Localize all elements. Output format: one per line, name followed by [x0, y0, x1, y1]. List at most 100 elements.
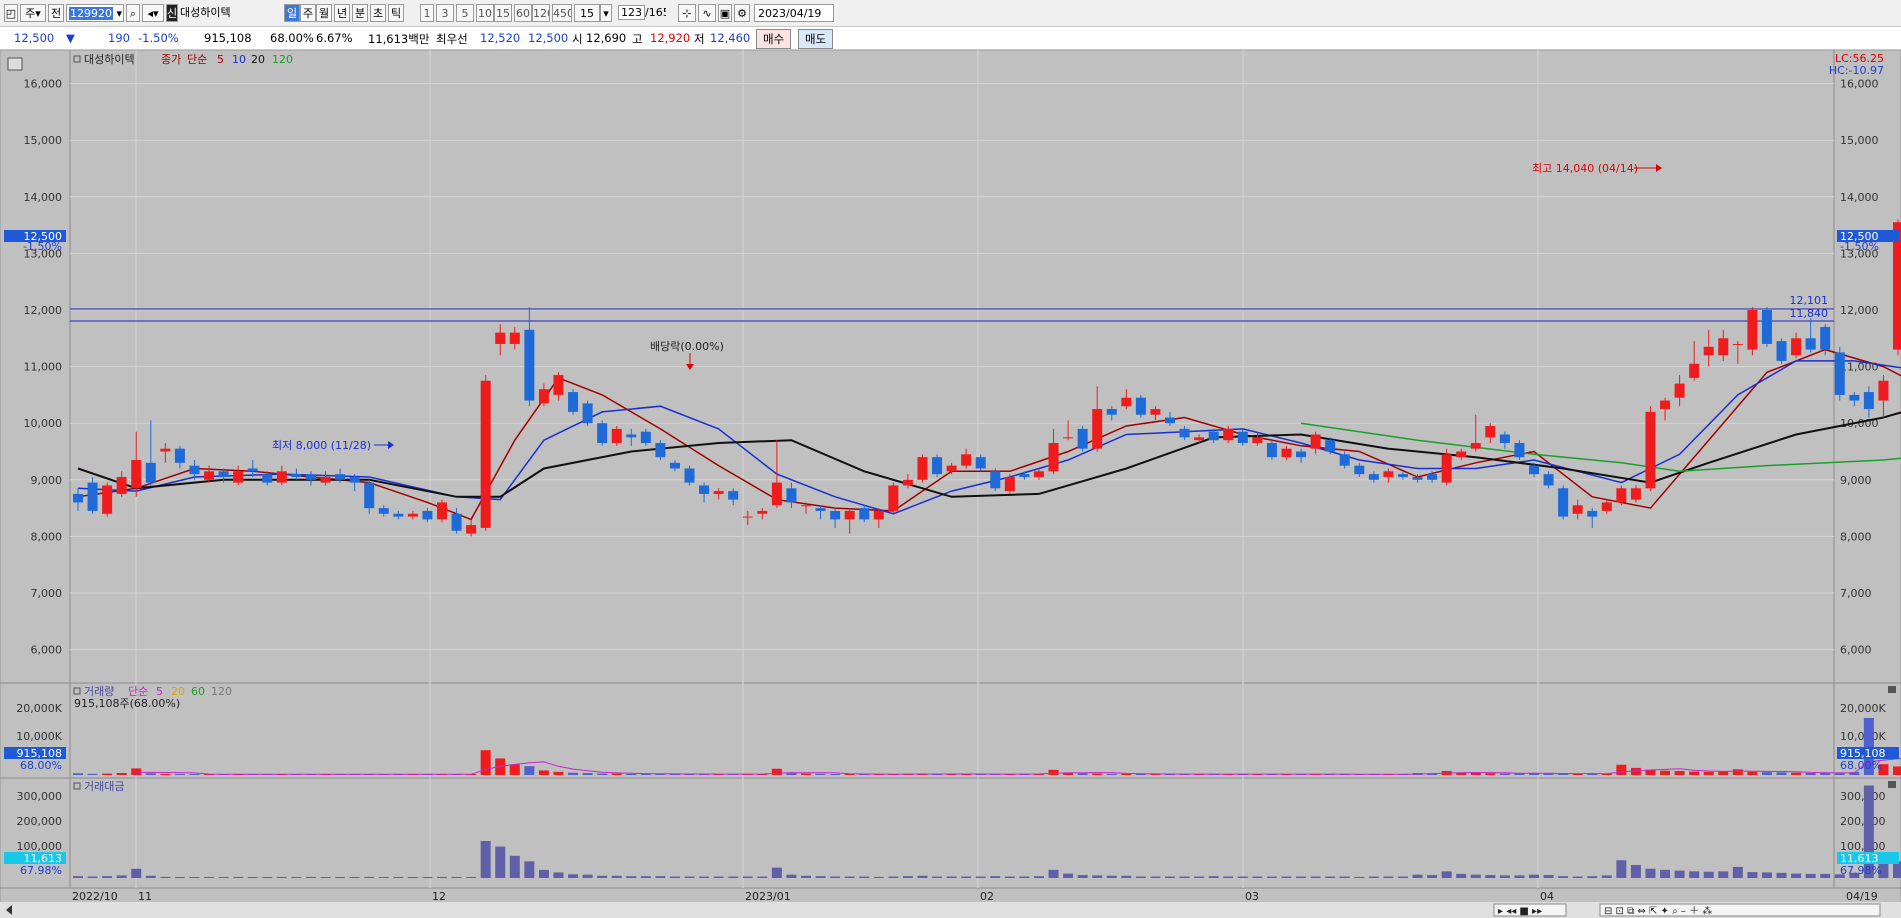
amount-bar — [1514, 875, 1525, 878]
count-select-value: 15 — [580, 7, 594, 20]
volume-collapse-icon[interactable] — [1888, 686, 1896, 693]
candle-body — [1237, 431, 1248, 444]
volume-bar — [480, 750, 491, 775]
stock-code-input[interactable]: 129920 ▾ — [66, 4, 124, 22]
amount-bar — [1368, 876, 1379, 878]
amount-collapse-icon[interactable] — [1888, 781, 1896, 788]
period-tab-3[interactable]: 년 — [334, 4, 350, 22]
amount-bar — [713, 876, 724, 878]
amount-bar — [1572, 876, 1583, 878]
interval-button-0[interactable]: 1 — [420, 4, 434, 22]
candle-body — [1820, 326, 1831, 350]
volume-bar — [815, 773, 826, 775]
candle-body — [1630, 488, 1641, 500]
chart-area[interactable]: 16,000 16,00015,000 15,00014,000 14,00013,0… — [0, 50, 1901, 918]
save-icon[interactable]: ▣ — [718, 4, 732, 22]
volume-bar — [1499, 773, 1510, 775]
volume-bar — [189, 774, 200, 775]
amount-bar — [1383, 876, 1394, 878]
period-tab-2[interactable]: 월 — [316, 4, 332, 22]
amount-bar — [407, 877, 418, 878]
candle-body — [1033, 471, 1044, 477]
amount-bar — [1660, 869, 1671, 878]
amount-bar — [1645, 868, 1656, 878]
amount-bar — [160, 876, 171, 878]
candle-body — [1791, 338, 1802, 356]
candle-body — [742, 516, 753, 518]
sound-icon[interactable]: ◂▾ — [142, 4, 164, 22]
cursor-icon[interactable]: ⊹ — [678, 4, 696, 22]
volume-bar — [1834, 773, 1845, 775]
amount-bar — [1427, 875, 1438, 878]
period-tab-1[interactable]: 주 — [300, 4, 316, 22]
nav-arrows-icon[interactable]: ▸ ◂◂ ■ ▸▸ — [1498, 906, 1542, 917]
volume-bar — [582, 773, 593, 775]
amount-bar — [262, 877, 273, 878]
candle-body — [73, 493, 83, 503]
amount-bar — [495, 846, 506, 878]
interval-button-6[interactable]: 120 — [532, 4, 550, 22]
interval-button-4[interactable]: 15 — [494, 4, 512, 22]
amount-bar — [917, 875, 928, 878]
market-sub-button[interactable]: 전 — [48, 4, 64, 22]
candle-body — [1048, 443, 1059, 472]
candle-body — [1761, 310, 1772, 344]
market-select[interactable]: 주▾ — [20, 4, 46, 22]
interval-button-3[interactable]: 10 — [476, 4, 494, 22]
volume-y-tick-right: 20,000K — [1840, 702, 1886, 715]
gear-icon[interactable]: ⚙ — [734, 4, 750, 22]
amount-label: 거래대금 — [84, 780, 124, 793]
amount-bar — [276, 876, 287, 878]
volume-y-tick-right: 10,000K — [1840, 730, 1886, 743]
period-tab-0[interactable]: 일 — [284, 4, 300, 22]
amount-bar — [1485, 875, 1496, 878]
volume-ma60: 60 — [191, 685, 205, 698]
candle-body — [1776, 341, 1787, 361]
interval-button-2[interactable]: 5 — [456, 4, 474, 22]
current-pct-right: -1.50% — [1840, 240, 1879, 253]
zigzag-icon[interactable]: ∿ — [698, 4, 716, 22]
count-select[interactable]: 15 — [574, 4, 600, 22]
candle-body — [466, 525, 477, 534]
chevron-down-icon[interactable]: ▾ — [600, 4, 612, 22]
interval-button-5[interactable]: 60 — [514, 4, 532, 22]
amount-bar — [1587, 876, 1598, 878]
interval-button-1[interactable]: 3 — [436, 4, 454, 22]
view-count: 123/165 — [618, 4, 666, 22]
amount-bar — [742, 876, 753, 878]
x-label: 2023/01 — [745, 890, 791, 903]
period-tab-5[interactable]: 초 — [370, 4, 386, 22]
y-tick-left: 7,000 — [31, 587, 63, 600]
window-menu-icon[interactable]: ◰ — [4, 4, 18, 22]
amount-bar — [1310, 876, 1321, 878]
candle-body — [830, 510, 841, 520]
navigation-controls: ▸ ◂◂ ■ ▸▸ ⊟ ⊡ ⧉ ⇔ ⇱ ✦ ⌕ – ＋ ⁂ — [1493, 903, 1881, 917]
volume-bar — [1514, 773, 1525, 775]
volume-ma120: 120 — [211, 685, 232, 698]
volume-bar — [1805, 773, 1816, 775]
x-label: 11 — [138, 890, 152, 903]
interval-button-7[interactable]: 450 — [552, 4, 572, 22]
buy-button[interactable]: 매수 — [756, 29, 792, 49]
candle-body — [1441, 454, 1452, 483]
period-tab-4[interactable]: 분 — [352, 4, 368, 22]
candle-body — [320, 476, 331, 483]
candle-body — [786, 488, 797, 503]
y-tick-right: 11,000 — [1840, 361, 1879, 374]
candle-body — [699, 485, 710, 494]
date-input[interactable]: 2023/04/19▦ — [754, 4, 834, 22]
candle-body — [888, 485, 899, 511]
calculator-icon[interactable] — [7, 57, 23, 71]
sell-button[interactable]: 매도 — [798, 29, 834, 49]
amount-bar — [87, 876, 98, 878]
tool-icons[interactable]: ⊟ ⊡ ⧉ ⇔ ⇱ ✦ ⌕ – ＋ ⁂ — [1604, 905, 1712, 917]
open-price: 12,690 — [586, 31, 627, 45]
amount-bar — [1048, 869, 1059, 878]
candle-body — [815, 508, 826, 511]
amount-bar — [1004, 876, 1015, 878]
market-select-value: 주 — [25, 7, 36, 20]
period-tab-6[interactable]: 틱 — [388, 4, 404, 22]
search-icon[interactable]: ⌕ — [126, 4, 140, 22]
candle-body — [1296, 451, 1307, 458]
y-tick-left: 15,000 — [24, 134, 63, 147]
